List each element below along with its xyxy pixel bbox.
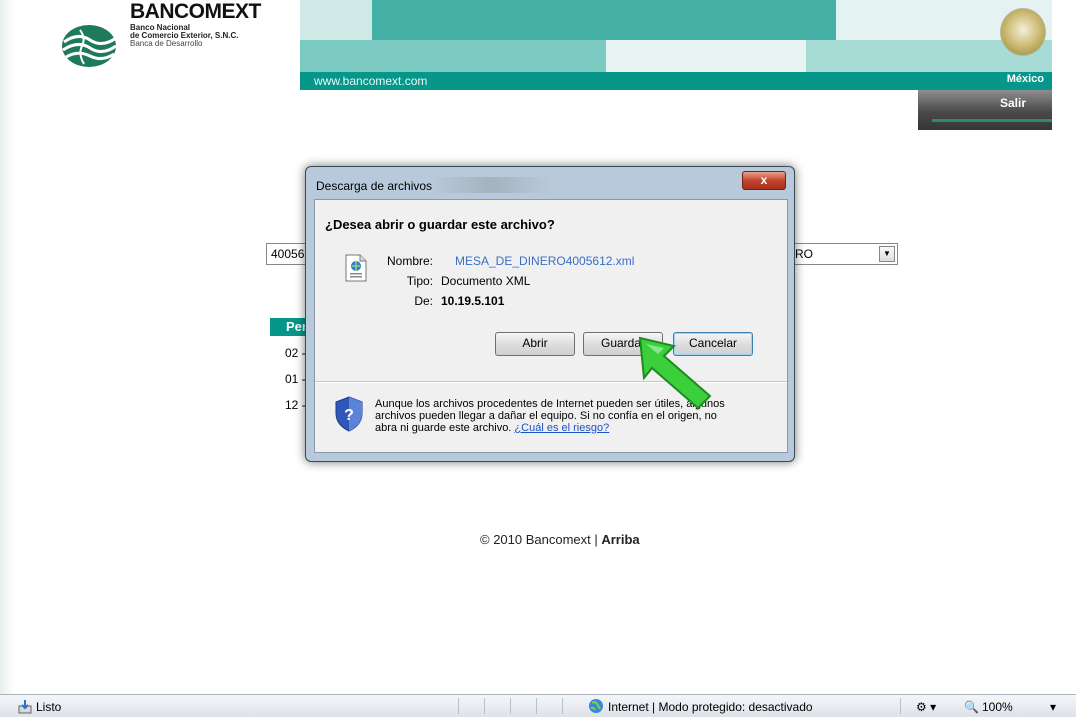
status-divider: [458, 698, 459, 714]
globe-logo-icon: [62, 25, 117, 67]
zoom-level[interactable]: 100%: [982, 700, 1013, 714]
zoom-magnifier-icon[interactable]: 🔍: [964, 700, 979, 714]
period-row[interactable]: 12 -: [285, 398, 306, 412]
type-label: Tipo:: [406, 274, 433, 288]
xml-file-icon: [345, 254, 367, 282]
internet-globe-icon: [588, 698, 604, 717]
green-arrow-cursor-icon: [638, 336, 712, 410]
brand-block: BANCOMEXT Banco Nacional de Comercio Ext…: [130, 0, 261, 48]
footer-top-link[interactable]: Arriba: [601, 532, 639, 547]
page-footer: © 2010 Bancomext | Arriba: [480, 532, 640, 547]
security-zone[interactable]: Internet | Modo protegido: desactivado: [608, 700, 813, 714]
svg-text:?: ?: [344, 407, 354, 424]
close-icon: x: [760, 173, 768, 187]
name-label: Nombre:: [386, 254, 433, 268]
brand-subtitle-3: Banca de Desarrollo: [130, 39, 203, 48]
file-download-dialog: Descarga de archivos x ¿Desea abrir o gu…: [305, 166, 795, 462]
page-done-icon: [18, 700, 34, 717]
close-button[interactable]: x: [742, 171, 786, 190]
url-bar: www.bancomext.com México: [300, 72, 1052, 90]
country-label: México: [1006, 73, 1044, 85]
brand-name: BANCOMEXT: [130, 0, 261, 23]
mexico-seal-icon: [1000, 8, 1046, 56]
logout-label: Salir: [999, 96, 1026, 110]
site-url[interactable]: www.bancomext.com: [314, 74, 427, 88]
dialog-body: ¿Desea abrir o guardar este archivo? Nom…: [314, 199, 788, 453]
status-text: Listo: [36, 700, 62, 714]
status-divider: [510, 698, 511, 714]
file-source-value: 10.19.5.101: [441, 294, 505, 308]
status-divider: [484, 698, 485, 714]
select-value-left: 40056: [271, 247, 305, 261]
status-bar: Listo Internet | Modo protegido: desacti…: [0, 694, 1076, 717]
risk-link[interactable]: ¿Cuál es el riesgo?: [514, 422, 609, 434]
chevron-down-icon[interactable]: ▼: [879, 246, 895, 262]
logout-button[interactable]: Salir: [918, 90, 1052, 130]
file-type-value: Documento XML: [441, 274, 531, 288]
status-divider: [536, 698, 537, 714]
dialog-title: Descarga de archivos: [316, 179, 433, 193]
dialog-question: ¿Desea abrir o guardar este archivo?: [325, 217, 555, 232]
left-edge-strip: [0, 0, 14, 694]
file-name-value: MESA_DE_DINERO4005612.xml: [455, 254, 635, 268]
select-value-right: RO: [795, 247, 813, 261]
chevron-down-icon[interactable]: ▾: [1050, 700, 1056, 714]
from-label: De:: [414, 294, 433, 308]
protected-mode-icon[interactable]: ⚙ ▾: [916, 700, 936, 714]
security-shield-icon: ?: [335, 396, 363, 432]
status-divider: [900, 698, 901, 714]
period-row[interactable]: 01 -: [285, 372, 306, 386]
status-divider: [562, 698, 563, 714]
logout-underline: [932, 119, 1052, 122]
open-button[interactable]: Abrir: [495, 332, 575, 356]
period-row[interactable]: 02 -: [285, 346, 306, 360]
footer-copyright: © 2010 Bancomext |: [480, 532, 602, 547]
title-ghost-text: [426, 177, 556, 193]
